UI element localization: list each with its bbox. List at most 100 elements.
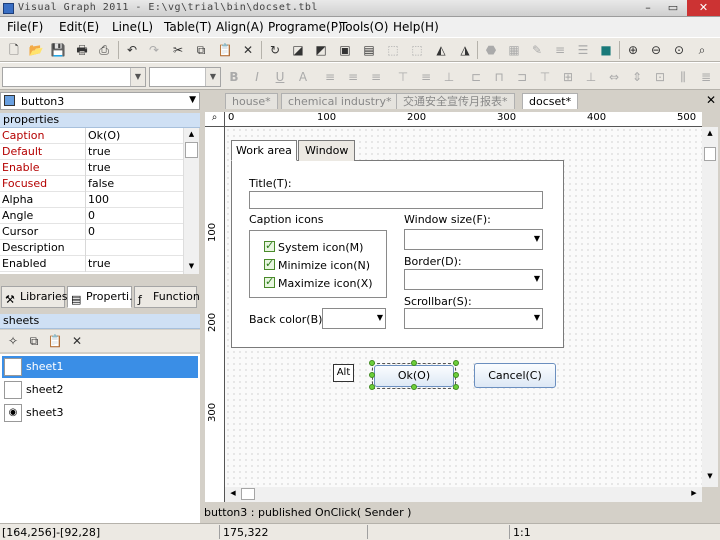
resize-handle[interactable] <box>411 384 417 390</box>
sheet-item[interactable]: ◉ sheet1 <box>2 356 198 378</box>
open-folder-icon[interactable]: 📂 <box>28 42 44 58</box>
menu-table[interactable]: Table(T) <box>164 20 212 34</box>
properties-scrollbar[interactable]: ▲ ▼ <box>183 128 199 274</box>
bold-icon[interactable]: B <box>226 69 242 85</box>
menu-file[interactable]: File(F) <box>7 20 43 34</box>
title-input[interactable] <box>249 191 543 209</box>
doc-tab-chemical-industry[interactable]: chemical industry* <box>281 93 399 109</box>
scroll-right-icon[interactable]: ▶ <box>689 489 699 500</box>
align-objects-top-icon[interactable]: ⊤ <box>537 69 553 85</box>
align-left-icon[interactable]: ≡ <box>322 69 338 85</box>
undo-icon[interactable]: ↶ <box>124 42 140 58</box>
doc-tab-docset[interactable]: docset* <box>522 93 579 109</box>
refresh-icon[interactable]: ↻ <box>267 42 283 58</box>
chevron-down-icon[interactable]: ▼ <box>189 95 196 105</box>
property-value[interactable]: 0 <box>88 224 95 239</box>
tab-libraries[interactable]: ⚒ Libraries <box>1 286 68 308</box>
zoom-fit-icon[interactable]: ⊙ <box>671 42 687 58</box>
menu-programe[interactable]: Programe(P) <box>268 20 343 34</box>
delete-icon[interactable]: ✕ <box>240 42 256 58</box>
sheet-item[interactable]: sheet2 <box>2 379 198 401</box>
property-value[interactable]: 100 <box>88 192 109 207</box>
property-row[interactable]: Focused false <box>0 176 183 192</box>
copy-sheet-icon[interactable]: ⧉ <box>26 333 42 349</box>
same-width-icon[interactable]: ⇔ <box>606 69 622 85</box>
line-width-icon[interactable]: ≡ <box>552 42 568 58</box>
property-row[interactable]: Caption Ok(O) <box>0 128 183 144</box>
property-value[interactable]: true <box>88 256 111 271</box>
horizontal-scrollbar[interactable]: ◀ ▶ <box>225 487 702 502</box>
scroll-down-icon[interactable]: ▼ <box>704 472 716 484</box>
scrollbar-combo[interactable]: ▼ <box>404 308 543 329</box>
property-row[interactable]: Angle 0 <box>0 208 183 224</box>
resize-icon[interactable]: ⬚ <box>385 42 401 58</box>
property-value[interactable]: true <box>88 144 111 159</box>
property-row[interactable]: Enabled true <box>0 256 183 272</box>
property-value[interactable]: false <box>88 176 114 191</box>
border-combo[interactable]: ▼ <box>404 269 543 290</box>
new-sheet-icon[interactable]: ✧ <box>5 333 21 349</box>
valign-top-icon[interactable]: ⊤ <box>395 69 411 85</box>
copy-icon[interactable]: ⧉ <box>193 42 209 58</box>
doc-tab-traffic-report[interactable]: 交通安全宣传月报表* <box>396 93 515 109</box>
property-value[interactable]: true <box>88 160 111 175</box>
send-back-icon[interactable]: ◩ <box>313 42 329 58</box>
ruler-zoom-icon[interactable]: ⌕ <box>205 112 225 127</box>
resize-handle[interactable] <box>453 384 459 390</box>
resize-handle[interactable] <box>369 360 375 366</box>
redo-icon[interactable]: ↷ <box>146 42 162 58</box>
font-size-combo[interactable]: ▼ <box>149 67 221 87</box>
print-icon[interactable]: 🖶 <box>74 42 90 58</box>
close-tab-icon[interactable]: ✕ <box>706 93 716 107</box>
menu-help[interactable]: Help(H) <box>393 20 439 34</box>
underline-icon[interactable]: U <box>272 69 288 85</box>
font-name-combo[interactable]: ▼ <box>2 67 146 87</box>
scroll-up-icon[interactable]: ▲ <box>185 128 198 140</box>
align-objects-left-icon[interactable]: ⊏ <box>468 69 484 85</box>
maximize-icon-checkbox[interactable]: Maximize icon(X) <box>264 275 373 290</box>
tab-window[interactable]: Window <box>298 140 356 161</box>
doc-tab-house[interactable]: house* <box>225 93 278 109</box>
dialog-preview[interactable]: Work area Window Title(T): Caption icons… <box>231 140 564 348</box>
property-value[interactable]: 0 <box>88 208 95 223</box>
alt-key-object[interactable]: Alt <box>333 364 354 382</box>
zoom-in-icon[interactable]: ⊕ <box>625 42 641 58</box>
resize-handle[interactable] <box>369 372 375 378</box>
resize-handle[interactable] <box>453 372 459 378</box>
property-row[interactable]: Alpha 100 <box>0 192 183 208</box>
resize-handle[interactable] <box>453 360 459 366</box>
cancel-button[interactable]: Cancel(C) <box>474 363 556 388</box>
align-objects-middle-icon[interactable]: ⊞ <box>560 69 576 85</box>
font-color-icon[interactable]: A <box>295 69 311 85</box>
menu-edit[interactable]: Edit(E) <box>59 20 99 34</box>
valign-middle-icon[interactable]: ≡ <box>418 69 434 85</box>
valign-bottom-icon[interactable]: ⊥ <box>441 69 457 85</box>
close-icon[interactable]: ✕ <box>687 0 720 16</box>
same-size-icon[interactable]: ⊡ <box>652 69 668 85</box>
scroll-left-icon[interactable]: ◀ <box>228 489 238 500</box>
scroll-thumb[interactable] <box>241 488 255 500</box>
menu-tools[interactable]: Tools(O) <box>340 20 388 34</box>
scale-icon[interactable]: ⬚ <box>409 42 425 58</box>
new-file-icon[interactable]: 🗋 <box>6 42 22 58</box>
space-horizontal-icon[interactable]: ⫼ <box>675 69 691 85</box>
align-objects-bottom-icon[interactable]: ⊥ <box>583 69 599 85</box>
scroll-down-icon[interactable]: ▼ <box>185 260 198 272</box>
scroll-thumb[interactable] <box>185 142 198 158</box>
system-icon-checkbox[interactable]: System icon(M) <box>264 239 363 254</box>
paste-icon[interactable]: 📋 <box>217 42 233 58</box>
window-size-combo[interactable]: ▼ <box>404 229 543 250</box>
italic-icon[interactable]: I <box>249 69 265 85</box>
align-center-icon[interactable]: ≡ <box>345 69 361 85</box>
ungroup-icon[interactable]: ▤ <box>361 42 377 58</box>
sheet-item[interactable]: ◉ sheet3 <box>2 402 198 424</box>
vertical-scrollbar[interactable]: ▲ ▼ <box>702 127 718 487</box>
property-row[interactable]: Enable true <box>0 160 183 176</box>
menu-align[interactable]: Align(A) <box>216 20 264 34</box>
fill-icon[interactable]: ⬣ <box>483 42 499 58</box>
tab-properties[interactable]: ▤ Properti. <box>67 286 133 308</box>
align-right-icon[interactable]: ≡ <box>368 69 384 85</box>
line-color-icon[interactable]: ✎ <box>529 42 545 58</box>
property-row[interactable]: Cursor 0 <box>0 224 183 240</box>
paste-sheet-icon[interactable]: 📋 <box>47 333 63 349</box>
